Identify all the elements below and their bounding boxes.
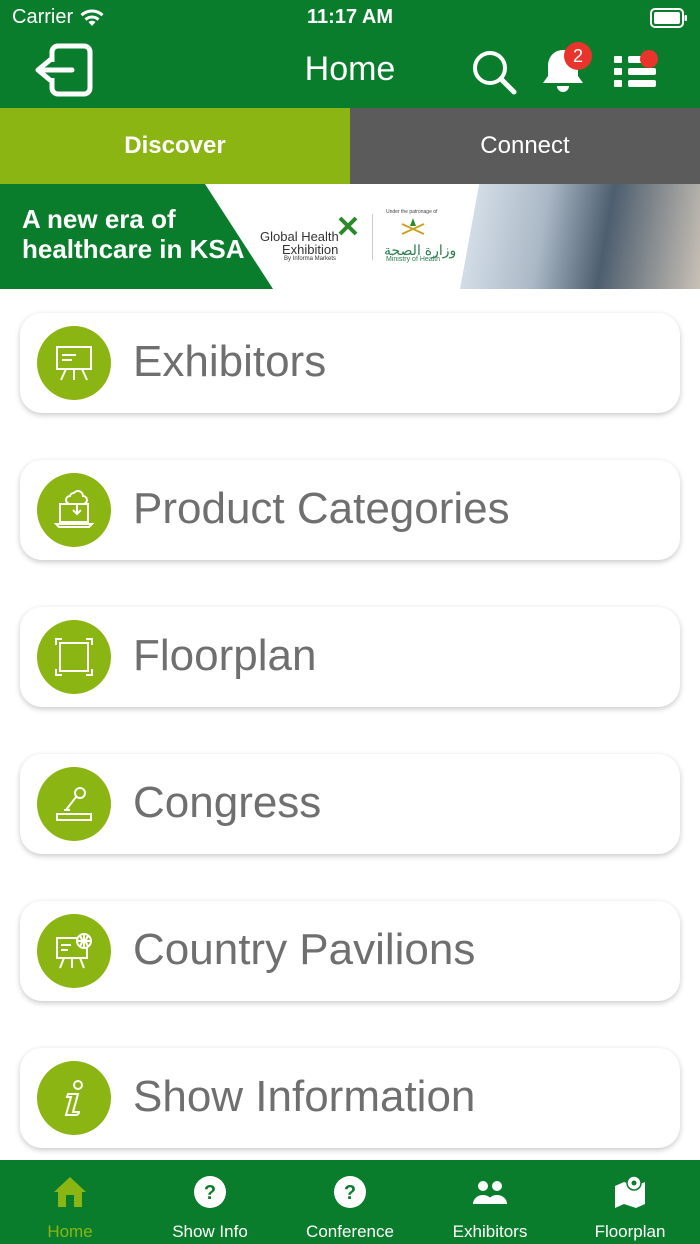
svg-text:?: ? [344, 1182, 356, 1204]
bottom-tab-label: Show Info [172, 1222, 248, 1241]
menu-card-floorplan[interactable]: Floorplan [20, 607, 680, 707]
question-icon: ? [194, 1176, 226, 1208]
bottom-tab-label: Conference [306, 1222, 394, 1241]
moh-english: Ministry of Health [386, 256, 441, 263]
menu-label: Show Information [133, 1072, 476, 1121]
segment-tabs: Discover Connect [0, 108, 700, 184]
ghe-line2: Exhibition [282, 242, 339, 257]
home-icon [54, 1177, 86, 1207]
menu-alert-dot [640, 50, 658, 68]
menu-label: Exhibitors [133, 337, 327, 386]
menu-card-congress[interactable]: Congress [20, 754, 680, 854]
tab-discover[interactable]: Discover [0, 108, 350, 184]
logo-divider [372, 214, 373, 260]
ghe-subtitle: By Informa Markets [284, 256, 337, 262]
page-title: Home [304, 50, 396, 88]
frame-icon [55, 638, 93, 676]
bottom-tab-label: Exhibitors [452, 1222, 528, 1241]
bottom-tab-bar: Home ? Show Info ? Conference Exhibitors… [0, 1160, 700, 1244]
menu-icon-circle [37, 620, 111, 694]
presentation-board-icon [56, 346, 92, 381]
bottom-tab-show-info[interactable]: ? Show Info [140, 1160, 280, 1244]
banner-headline: A new era of healthcare in KSA [22, 204, 245, 264]
tab-connect[interactable]: Connect [350, 108, 700, 184]
people-icon [473, 1181, 507, 1204]
svg-text:?: ? [204, 1182, 216, 1204]
menu-icon-circle [37, 767, 111, 841]
menu-icon-circle [37, 326, 111, 400]
bottom-tab-label: Floorplan [594, 1222, 666, 1241]
menu-label: Product Categories [133, 484, 510, 533]
map-pin-icon [615, 1175, 645, 1208]
globe-board-icon [56, 933, 92, 969]
clock: 11:17 AM [307, 6, 393, 28]
banner-photo [460, 184, 700, 289]
menu-card-show-information[interactable]: Show Information [20, 1048, 680, 1148]
top-bar: Carrier 11:17 AM Home 2 [0, 0, 700, 108]
ghe-logo-text: Global Health Exhibition [260, 230, 339, 256]
promo-banner[interactable]: A new era of healthcare in KSA Global He… [0, 184, 700, 289]
menu-icon-circle [37, 473, 111, 547]
moh-patronage: Under the patronage of [386, 209, 438, 215]
banner-headline-line2: healthcare in KSA [22, 234, 245, 264]
battery-icon [650, 8, 687, 28]
question-icon: ? [334, 1176, 366, 1208]
menu-label: Floorplan [133, 631, 317, 680]
menu-icon-circle [37, 1061, 111, 1135]
moh-emblem-icon [401, 218, 425, 235]
status-bar: Carrier 11:17 AM [0, 0, 700, 36]
microphone-stand-icon [56, 787, 92, 821]
ghe-logo-mark-icon [338, 216, 358, 236]
bottom-tab-label: Home [47, 1222, 93, 1241]
info-icon [64, 1080, 83, 1116]
menu-icon-circle [37, 914, 111, 988]
banner-headline-line1: A new era of [22, 204, 176, 234]
bottom-tab-home[interactable]: Home [0, 1160, 140, 1244]
menu-card-exhibitors[interactable]: Exhibitors [20, 313, 680, 413]
logout-icon[interactable] [30, 42, 96, 98]
navigation-bar: Home 2 [0, 36, 700, 108]
bottom-tab-conference[interactable]: ? Conference [280, 1160, 420, 1244]
bottom-tab-exhibitors[interactable]: Exhibitors [420, 1160, 560, 1244]
laptop-cloud-icon [54, 490, 94, 528]
menu-label: Congress [133, 778, 322, 827]
notification-badge: 2 [564, 42, 592, 70]
menu-card-product-categories[interactable]: Product Categories [20, 460, 680, 560]
bottom-tab-floorplan[interactable]: Floorplan [560, 1160, 700, 1244]
menu-card-country-pavilions[interactable]: Country Pavilions [20, 901, 680, 1001]
search-icon[interactable] [470, 48, 518, 96]
menu-label: Country Pavilions [133, 925, 476, 974]
